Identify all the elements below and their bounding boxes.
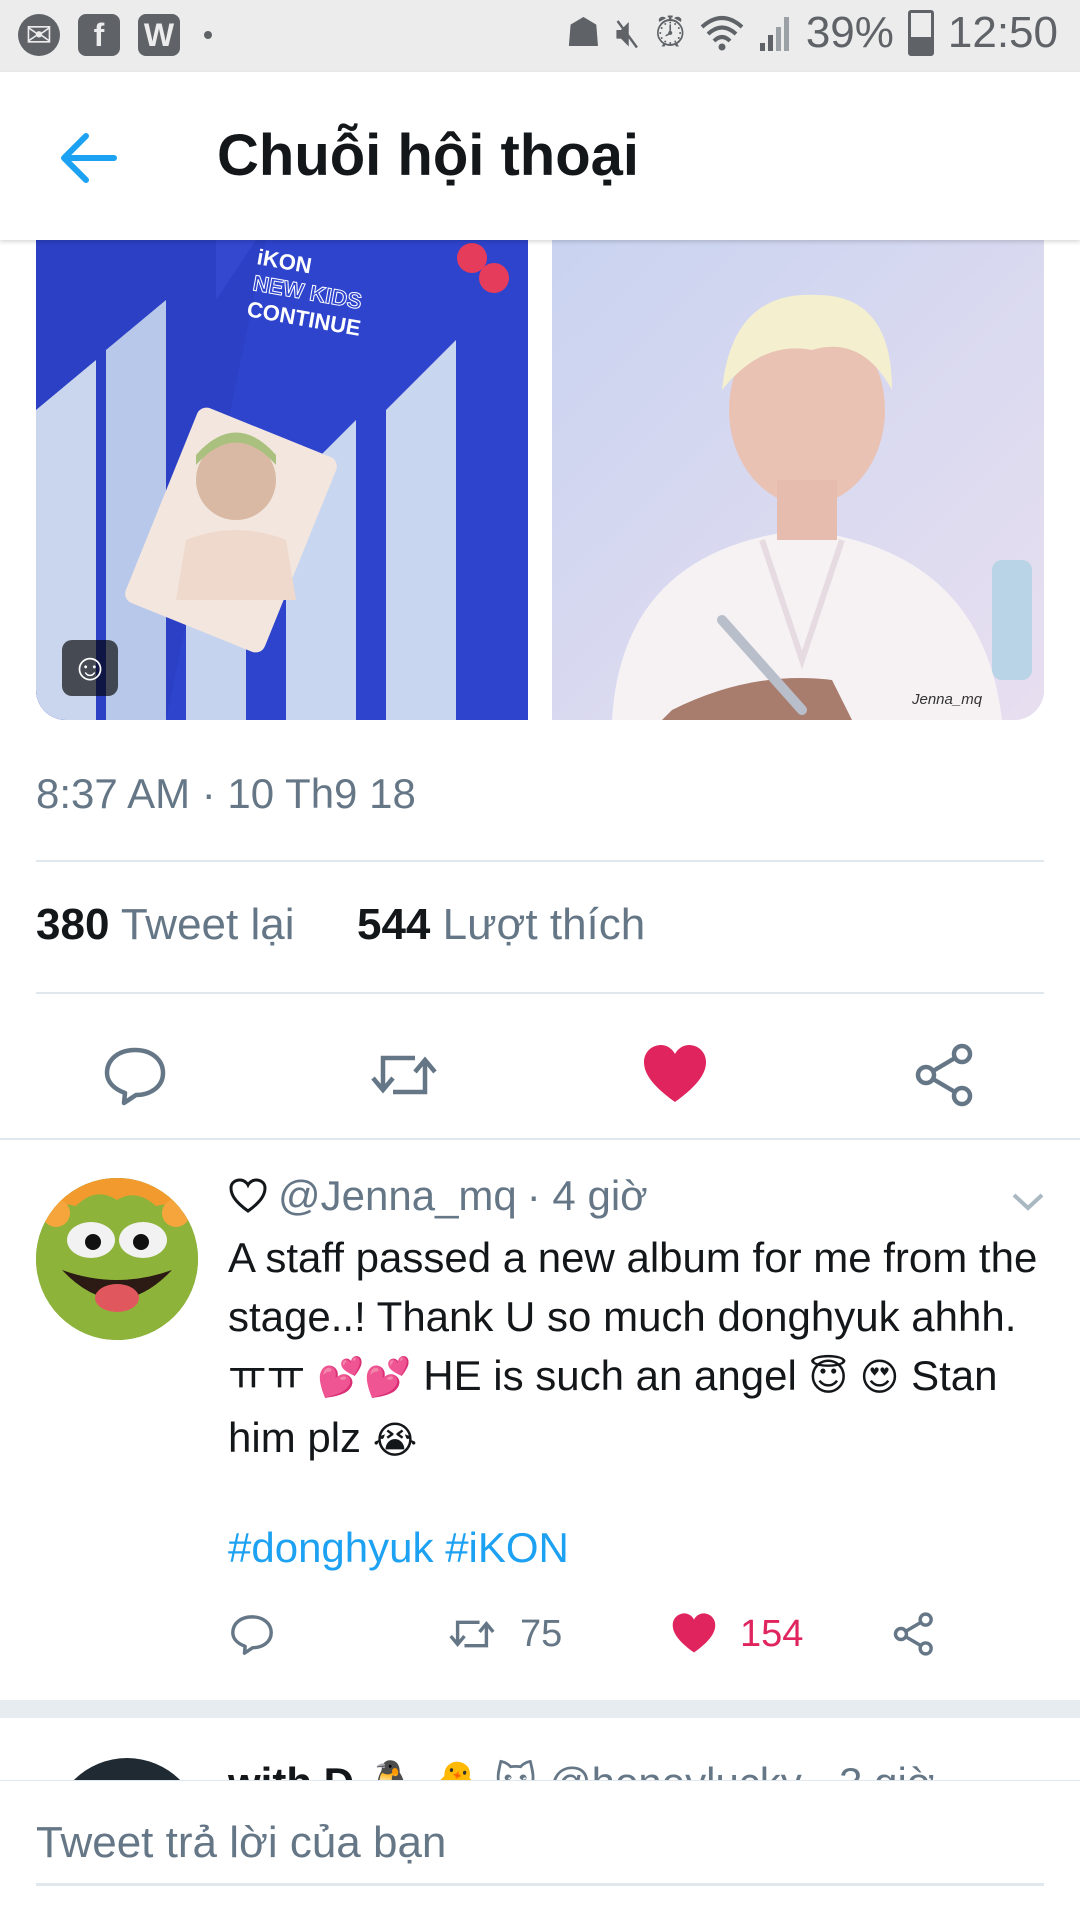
reply-retweet-button[interactable]: 75 — [446, 1610, 562, 1658]
signal-icon — [759, 17, 789, 51]
page-title: Chuỗi hội thoại — [217, 123, 640, 188]
photo-watermark: Jenna_mq — [911, 691, 983, 708]
reply-reply-button[interactable] — [228, 1610, 276, 1658]
avatar[interactable] — [52, 1758, 202, 1780]
tweet-stats: 380 Tweet lại 544 Lượt thích — [36, 900, 645, 950]
reply-retweet-count: 75 — [520, 1612, 563, 1655]
likes-label: Lượt thích — [442, 900, 646, 949]
wifi-icon — [700, 16, 744, 51]
facebook-icon: f — [78, 14, 120, 56]
alarm-icon: ⏰︎ — [654, 10, 686, 55]
like-heart-icon[interactable] — [640, 1040, 710, 1110]
tweet-action-bar — [0, 1020, 1080, 1130]
mute-icon: 🔇︎ — [615, 10, 641, 55]
app-header: Chuỗi hội thoại — [0, 72, 1080, 240]
android-icon: ☗ — [565, 11, 602, 55]
messenger-icon: ✉ — [18, 14, 60, 56]
retweet-icon[interactable] — [369, 1040, 439, 1110]
likes-count: 544 — [356, 900, 431, 949]
reply-like-count: 154 — [740, 1612, 804, 1655]
battery-icon — [907, 10, 934, 56]
heart-eyes-emoji: 😍 — [859, 1357, 900, 1400]
divider — [36, 860, 1044, 862]
retweets-count: 380 — [36, 900, 110, 949]
reply-share-button[interactable] — [890, 1610, 938, 1658]
reply-action-bar: 75 154 — [228, 1610, 1048, 1680]
reply-composer — [0, 1780, 1080, 1921]
two-hearts-emoji: 💕💕 — [316, 1357, 412, 1400]
reply-time: · 4 giờ — [526, 1172, 648, 1219]
retweet-icon — [449, 1620, 495, 1648]
dot-icon — [204, 31, 212, 39]
next-tweet-handle: @honeylucky — [549, 1759, 802, 1780]
crying-emoji: 😭 — [372, 1419, 418, 1462]
liked-by-heart-icon — [229, 1178, 267, 1213]
reply-text-part2: HE is such an angel — [423, 1352, 797, 1399]
tweet-timestamp: 8:37 AM · 10 Th9 18 — [36, 770, 416, 817]
angel-emoji: 😇 — [808, 1357, 849, 1400]
avatar[interactable] — [36, 1178, 198, 1340]
hashtag-link[interactable]: #donghyuk — [228, 1524, 434, 1571]
divider — [0, 1138, 1080, 1140]
reply-input[interactable] — [36, 1803, 1044, 1886]
hashtags: #donghyuk #iKON — [228, 1524, 569, 1572]
status-bar: ✉ f W ☗ 🔇︎ ⏰︎ 39% 12:50 — [0, 0, 1080, 72]
divider — [36, 992, 1044, 994]
next-tweet[interactable]: with D 🐧 🐣 🐱 @honeylucky · 3 giờ — [0, 1718, 1080, 1780]
chevron-down-icon[interactable] — [1008, 1186, 1048, 1216]
reply-icon[interactable] — [100, 1040, 170, 1110]
share-icon — [893, 1612, 933, 1656]
next-tweet-time: · 3 giờ — [813, 1759, 934, 1780]
clock: 12:50 — [947, 8, 1058, 57]
like-heart-icon — [672, 1613, 716, 1653]
battery-percent: 39% — [805, 8, 894, 57]
reply-like-button[interactable]: 154 — [670, 1610, 803, 1658]
reply-text: A staff passed a new album for me from t… — [228, 1228, 1048, 1471]
emoji-group: 🐧 🐣 🐱 — [366, 1759, 538, 1780]
tweet-image-photo[interactable]: Jenna_mq — [552, 240, 1044, 720]
back-arrow-icon[interactable] — [56, 126, 120, 190]
w-app-icon: W — [138, 14, 180, 56]
likes-stat[interactable]: 544 Lượt thích — [357, 900, 645, 949]
thread-separator — [0, 1700, 1080, 1718]
sticker-badge-icon[interactable]: ☺ — [62, 640, 118, 696]
reply-header: @Jenna_mq · 4 giờ — [228, 1172, 648, 1220]
share-icon[interactable] — [910, 1040, 980, 1110]
reply-handle[interactable]: @Jenna_mq — [278, 1172, 517, 1220]
retweets-label: Tweet lại — [120, 900, 295, 949]
retweets-stat[interactable]: 380 Tweet lại — [36, 900, 295, 949]
reply-icon — [231, 1615, 273, 1655]
next-tweet-header: with D 🐧 🐣 🐱 @honeylucky · 3 giờ — [228, 1758, 934, 1780]
hashtag-link[interactable]: #iKON — [445, 1524, 569, 1571]
next-tweet-name: with D — [228, 1759, 354, 1780]
